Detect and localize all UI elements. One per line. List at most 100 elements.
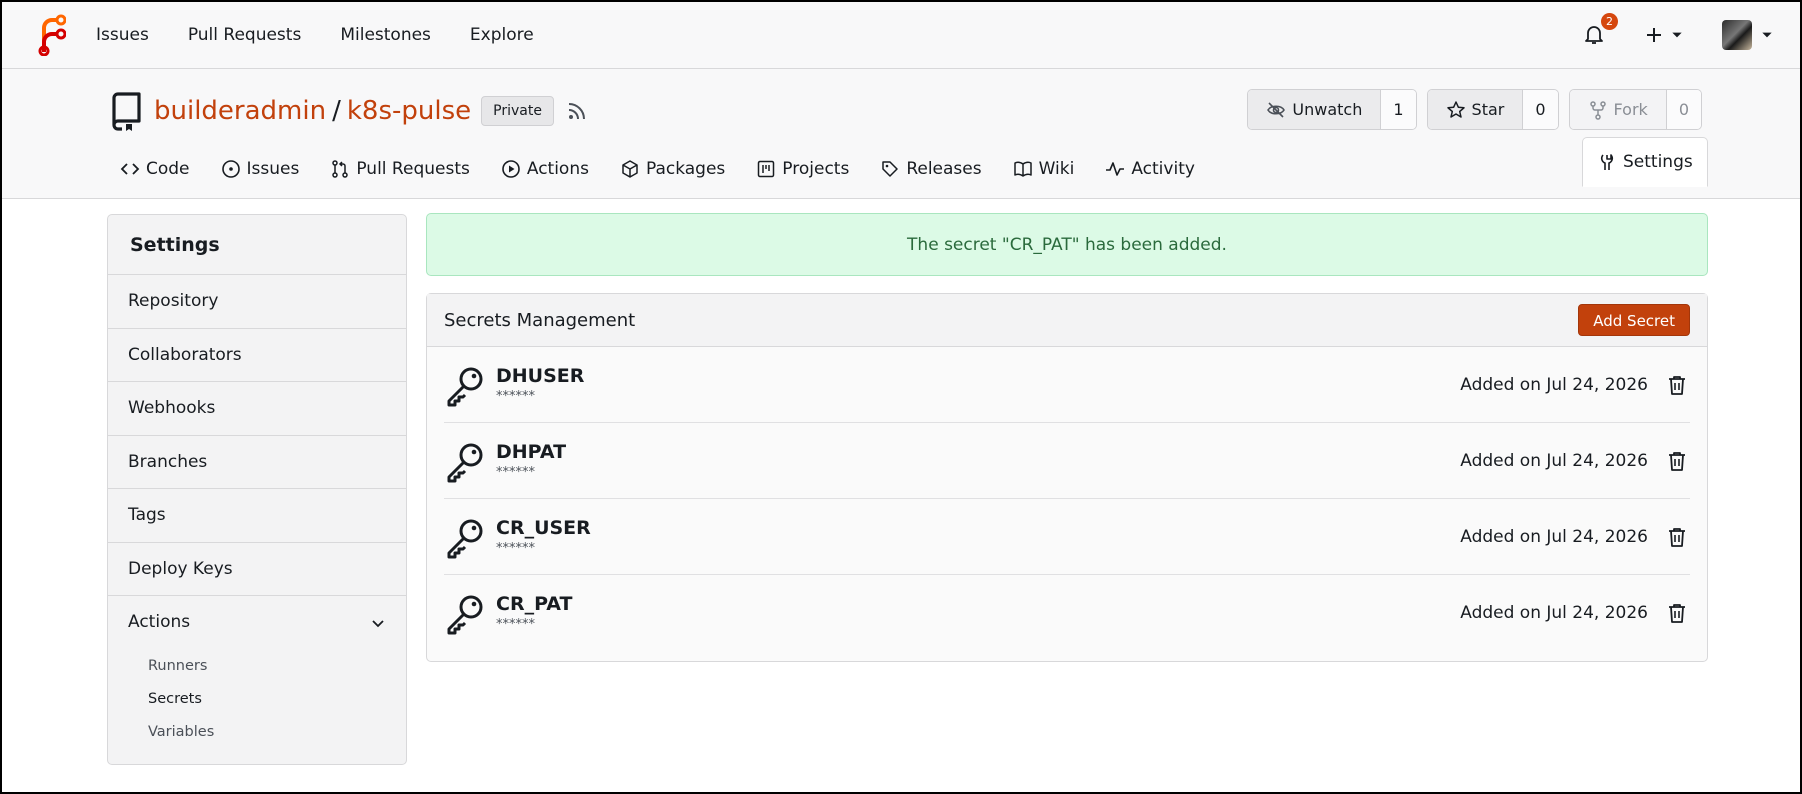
secret-list: DHUSER ****** Added on Jul 24, 2026 DHPA… [427,347,1707,651]
tab-projects[interactable]: Projects [756,149,849,189]
star-label: Star [1471,100,1505,119]
sidebar-item-collaborators[interactable]: Collaborators [108,329,406,382]
star-button[interactable]: Star [1427,90,1524,129]
unwatch-button[interactable]: Unwatch [1248,90,1382,129]
plus-icon [1647,28,1661,42]
repo-path-separator: / [332,96,341,126]
panel-title: Secrets Management [444,309,636,331]
avatar [1722,20,1752,50]
tab-code[interactable]: Code [120,149,190,189]
repo-title: builderadmin / k8s-pulse Private [108,91,588,131]
tab-label: Actions [526,159,589,179]
tab-label: Issues [246,159,300,179]
sidebar-item-webhooks[interactable]: Webhooks [108,382,406,436]
eye-slash-icon [1267,101,1286,118]
tab-label: Activity [1131,159,1195,179]
star-icon [1446,100,1465,118]
secret-name: CR_PAT [496,593,573,615]
secret-masked-value: ****** [496,540,535,556]
fork-button[interactable]: Fork [1569,90,1667,129]
repo-tabs: Code Issues Pull Requests Actions Packag… [120,137,1800,189]
secret-masked-value: ****** [496,617,535,632]
tab-actions[interactable]: Actions [501,149,589,189]
issue-opened-icon [221,160,240,178]
sidebar-subitem-variables[interactable]: Variables [108,716,406,749]
sidebar-item-branches[interactable]: Branches [108,436,406,489]
project-board-icon [758,160,775,178]
watch-button-group: Unwatch 1 [1247,89,1417,130]
sidebar-item-tags[interactable]: Tags [108,489,406,543]
forgejo-logo-icon[interactable] [34,14,66,56]
secret-added-date: Added on Jul 24, 2026 [1460,450,1648,471]
visibility-badge: Private [481,96,554,126]
trash-icon[interactable] [1666,450,1688,472]
key-icon [447,443,483,482]
sidebar-subitem-runners[interactable]: Runners [108,650,406,683]
tag-icon [882,161,899,177]
nav-issues[interactable]: Issues [96,25,149,45]
key-icon [447,595,483,635]
tab-label: Packages [645,159,726,179]
play-circle-icon [502,160,520,178]
tab-releases[interactable]: Releases [880,149,982,189]
tab-packages[interactable]: Packages [620,149,725,189]
tab-label: Pull Requests [356,159,470,179]
secret-masked-value: ****** [496,464,535,480]
tab-issues[interactable]: Issues [221,149,300,189]
secret-row: DHUSER ****** Added on Jul 24, 2026 [444,347,1690,423]
secret-name: CR_USER [496,516,591,539]
sidebar-item-repository[interactable]: Repository [108,275,406,329]
repo-header: builderadmin / k8s-pulse Private Unwatch… [2,69,1800,199]
top-navbar: Issues Pull Requests Milestones Explore … [2,2,1800,69]
repo-owner-link[interactable]: builderadmin [154,96,326,126]
git-pull-request-icon [332,160,349,178]
sidebar-item-actions[interactable]: Actions [108,596,406,650]
trash-icon[interactable] [1666,526,1688,548]
secret-added-date: Added on Jul 24, 2026 [1460,374,1648,395]
tab-activity[interactable]: Activity [1105,149,1195,189]
sidebar-item-label: Actions [128,612,191,633]
user-menu-dropdown[interactable] [1722,20,1774,50]
package-icon [622,160,638,178]
rss-feed-icon[interactable] [566,100,588,122]
nav-milestones[interactable]: Milestones [340,25,431,45]
tab-pull-requests[interactable]: Pull Requests [330,149,470,189]
settings-sidebar: Settings Repository Collaborators Webhoo… [107,214,407,765]
create-new-dropdown[interactable] [1644,25,1684,45]
secret-name: DHPAT [496,440,567,463]
pulse-icon [1106,162,1125,176]
secret-row: CR_PAT ****** Added on Jul 24, 2026 [444,575,1690,651]
watchers-count[interactable]: 1 [1381,90,1416,129]
chevron-down-icon [372,620,384,628]
success-flash-message: The secret "CR_PAT" has been added. [426,213,1708,276]
star-button-group: Star 0 [1426,89,1559,130]
sidebar-subitem-secrets[interactable]: Secrets [108,683,406,716]
secret-row: CR_USER ****** Added on Jul 24, 2026 [444,499,1690,575]
repo-icon [112,92,141,131]
trash-icon[interactable] [1666,374,1688,396]
stars-count[interactable]: 0 [1523,90,1558,129]
sidebar-item-deploy-keys[interactable]: Deploy Keys [108,543,406,596]
fork-label: Fork [1613,100,1648,119]
unwatch-label: Unwatch [1292,100,1363,119]
code-icon [120,163,140,175]
secret-added-date: Added on Jul 24, 2026 [1460,526,1648,547]
nav-pull-requests[interactable]: Pull Requests [188,25,302,45]
notifications-button[interactable]: 2 [1582,13,1618,48]
trash-icon[interactable] [1666,602,1688,624]
panel-header: Secrets Management Add Secret [427,294,1707,347]
tab-wiki[interactable]: Wiki [1013,149,1074,189]
tab-label: Projects [782,159,850,179]
tab-settings[interactable]: Settings [1582,137,1708,187]
add-secret-button[interactable]: Add Secret [1578,304,1690,336]
tools-icon [1600,154,1614,170]
fork-icon [1589,100,1606,120]
secret-added-date: Added on Jul 24, 2026 [1460,603,1648,623]
nav-explore[interactable]: Explore [470,25,534,45]
forks-count[interactable]: 0 [1666,90,1701,129]
fork-button-group: Fork 0 [1568,89,1702,130]
tab-label: Code [146,159,190,179]
secret-name: DHUSER [496,364,585,387]
repo-name-link[interactable]: k8s-pulse [347,96,471,126]
caret-down-icon [1762,32,1772,38]
